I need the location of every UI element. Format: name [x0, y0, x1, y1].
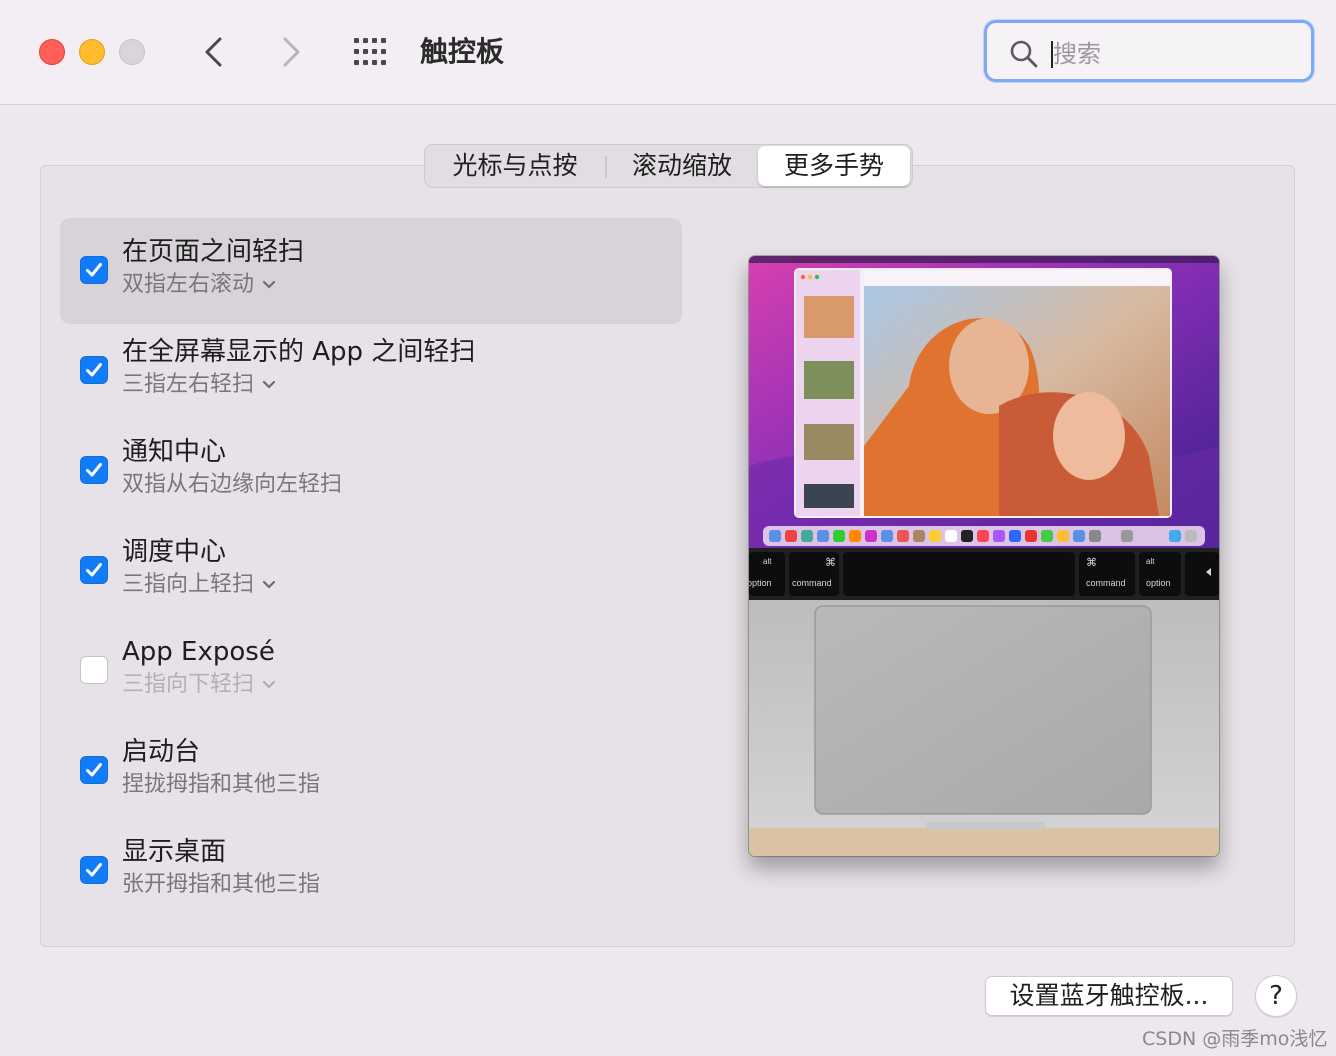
forward-button[interactable]: [270, 32, 310, 72]
chevron-left-icon: [205, 37, 222, 67]
checkbox-show-desktop[interactable]: [80, 856, 108, 884]
minimize-icon[interactable]: [79, 39, 105, 65]
gesture-row-show-desktop[interactable]: 显示桌面 张开拇指和其他三指: [60, 818, 682, 924]
gesture-option-dropdown[interactable]: 三指向上轻扫: [122, 570, 276, 600]
gesture-title: 调度中心: [122, 537, 227, 567]
search-field[interactable]: [984, 20, 1314, 82]
gesture-subtitle: 张开拇指和其他三指: [122, 872, 321, 897]
watermark: CSDN @雨季mo浅忆: [1142, 1028, 1328, 1050]
back-button[interactable]: [195, 32, 235, 72]
checkmark-icon: [86, 363, 102, 377]
checkbox-mission-control[interactable]: [80, 556, 108, 584]
gesture-subtitle: 三指左右轻扫: [122, 372, 255, 397]
checkmark-icon: [86, 763, 102, 777]
chevron-down-icon: [262, 380, 276, 389]
key-label: option: [1146, 578, 1171, 588]
gesture-option-dropdown[interactable]: 双指左右滚动: [122, 270, 276, 300]
checkbox-swipe-between-apps[interactable]: [80, 356, 108, 384]
gesture-title: 通知中心: [122, 437, 227, 467]
window-title: 触控板: [420, 35, 505, 68]
gesture-row-swipe-between-pages[interactable]: 在页面之间轻扫 双指左右滚动: [60, 218, 682, 324]
chevron-right-icon: [283, 37, 300, 67]
gesture-title: 在全屏幕显示的 App 之间轻扫: [122, 337, 476, 367]
gesture-title: 在页面之间轻扫: [122, 237, 305, 267]
gesture-row-app-expose[interactable]: App Exposé 三指向下轻扫: [60, 618, 682, 724]
tab-scroll-and-zoom[interactable]: 滚动缩放: [607, 145, 757, 187]
key-label: alt: [1146, 557, 1155, 566]
chevron-down-icon: [262, 580, 276, 589]
chevron-down-icon: [262, 680, 276, 689]
key-label: option: [749, 578, 772, 588]
gesture-option-dropdown[interactable]: 三指左右轻扫: [122, 370, 276, 400]
text-cursor: [1051, 41, 1053, 68]
gesture-title: 启动台: [122, 737, 201, 767]
gesture-row-launchpad[interactable]: 启动台 捏拢拇指和其他三指: [60, 718, 682, 824]
command-icon: ⌘: [825, 556, 836, 569]
gesture-title: 显示桌面: [122, 837, 227, 867]
chevron-down-icon: [262, 280, 276, 289]
gesture-subtitle: 双指左右滚动: [122, 272, 255, 297]
gesture-subtitle: 三指向上轻扫: [122, 572, 255, 597]
zoom-icon[interactable]: [119, 39, 145, 65]
checkmark-icon: [86, 263, 102, 277]
gesture-subtitle: 三指向下轻扫: [122, 672, 255, 697]
checkmark-icon: [86, 463, 102, 477]
tab-more-gestures[interactable]: 更多手势: [758, 146, 910, 186]
gesture-subtitle: 双指从右边缘向左轻扫: [122, 472, 343, 497]
gesture-subtitle: 捏拢拇指和其他三指: [122, 772, 321, 797]
preview-keyboard: alt option ⌘ command ⌘ command alt optio…: [749, 548, 1219, 600]
key-label: command: [792, 578, 832, 588]
gesture-row-notification-center[interactable]: 通知中心 双指从右边缘向左轻扫: [60, 418, 682, 524]
show-all-button[interactable]: [352, 36, 392, 68]
setup-bluetooth-trackpad-button[interactable]: 设置蓝牙触控板...: [985, 976, 1233, 1016]
search-icon: [1010, 40, 1038, 68]
gesture-title: App Exposé: [122, 637, 275, 667]
gesture-row-swipe-between-apps[interactable]: 在全屏幕显示的 App 之间轻扫 三指左右轻扫: [60, 318, 682, 424]
checkbox-launchpad[interactable]: [80, 756, 108, 784]
close-icon[interactable]: [39, 39, 65, 65]
key-label: command: [1086, 578, 1126, 588]
checkmark-icon: [86, 863, 102, 877]
search-input[interactable]: [1051, 33, 1295, 75]
key-label: alt: [763, 557, 772, 566]
help-button[interactable]: ?: [1255, 975, 1297, 1017]
tab-point-and-click[interactable]: 光标与点按: [425, 145, 605, 187]
checkmark-icon: [86, 563, 102, 577]
gesture-row-mission-control[interactable]: 调度中心 三指向上轻扫: [60, 518, 682, 624]
gesture-preview-video: alt option ⌘ command ⌘ command alt optio…: [749, 256, 1219, 856]
checkbox-app-expose[interactable]: [80, 656, 108, 684]
checkbox-notification-center[interactable]: [80, 456, 108, 484]
tab-bar: 光标与点按 滚动缩放 更多手势: [424, 144, 913, 188]
command-icon: ⌘: [1086, 556, 1097, 569]
grid-icon: [354, 38, 386, 65]
preview-screen: [749, 256, 1219, 548]
title-bar: 触控板: [0, 0, 1336, 105]
trackpad-illustration: [814, 605, 1152, 815]
gesture-option-dropdown[interactable]: 三指向下轻扫: [122, 670, 276, 700]
checkbox-swipe-between-pages[interactable]: [80, 256, 108, 284]
